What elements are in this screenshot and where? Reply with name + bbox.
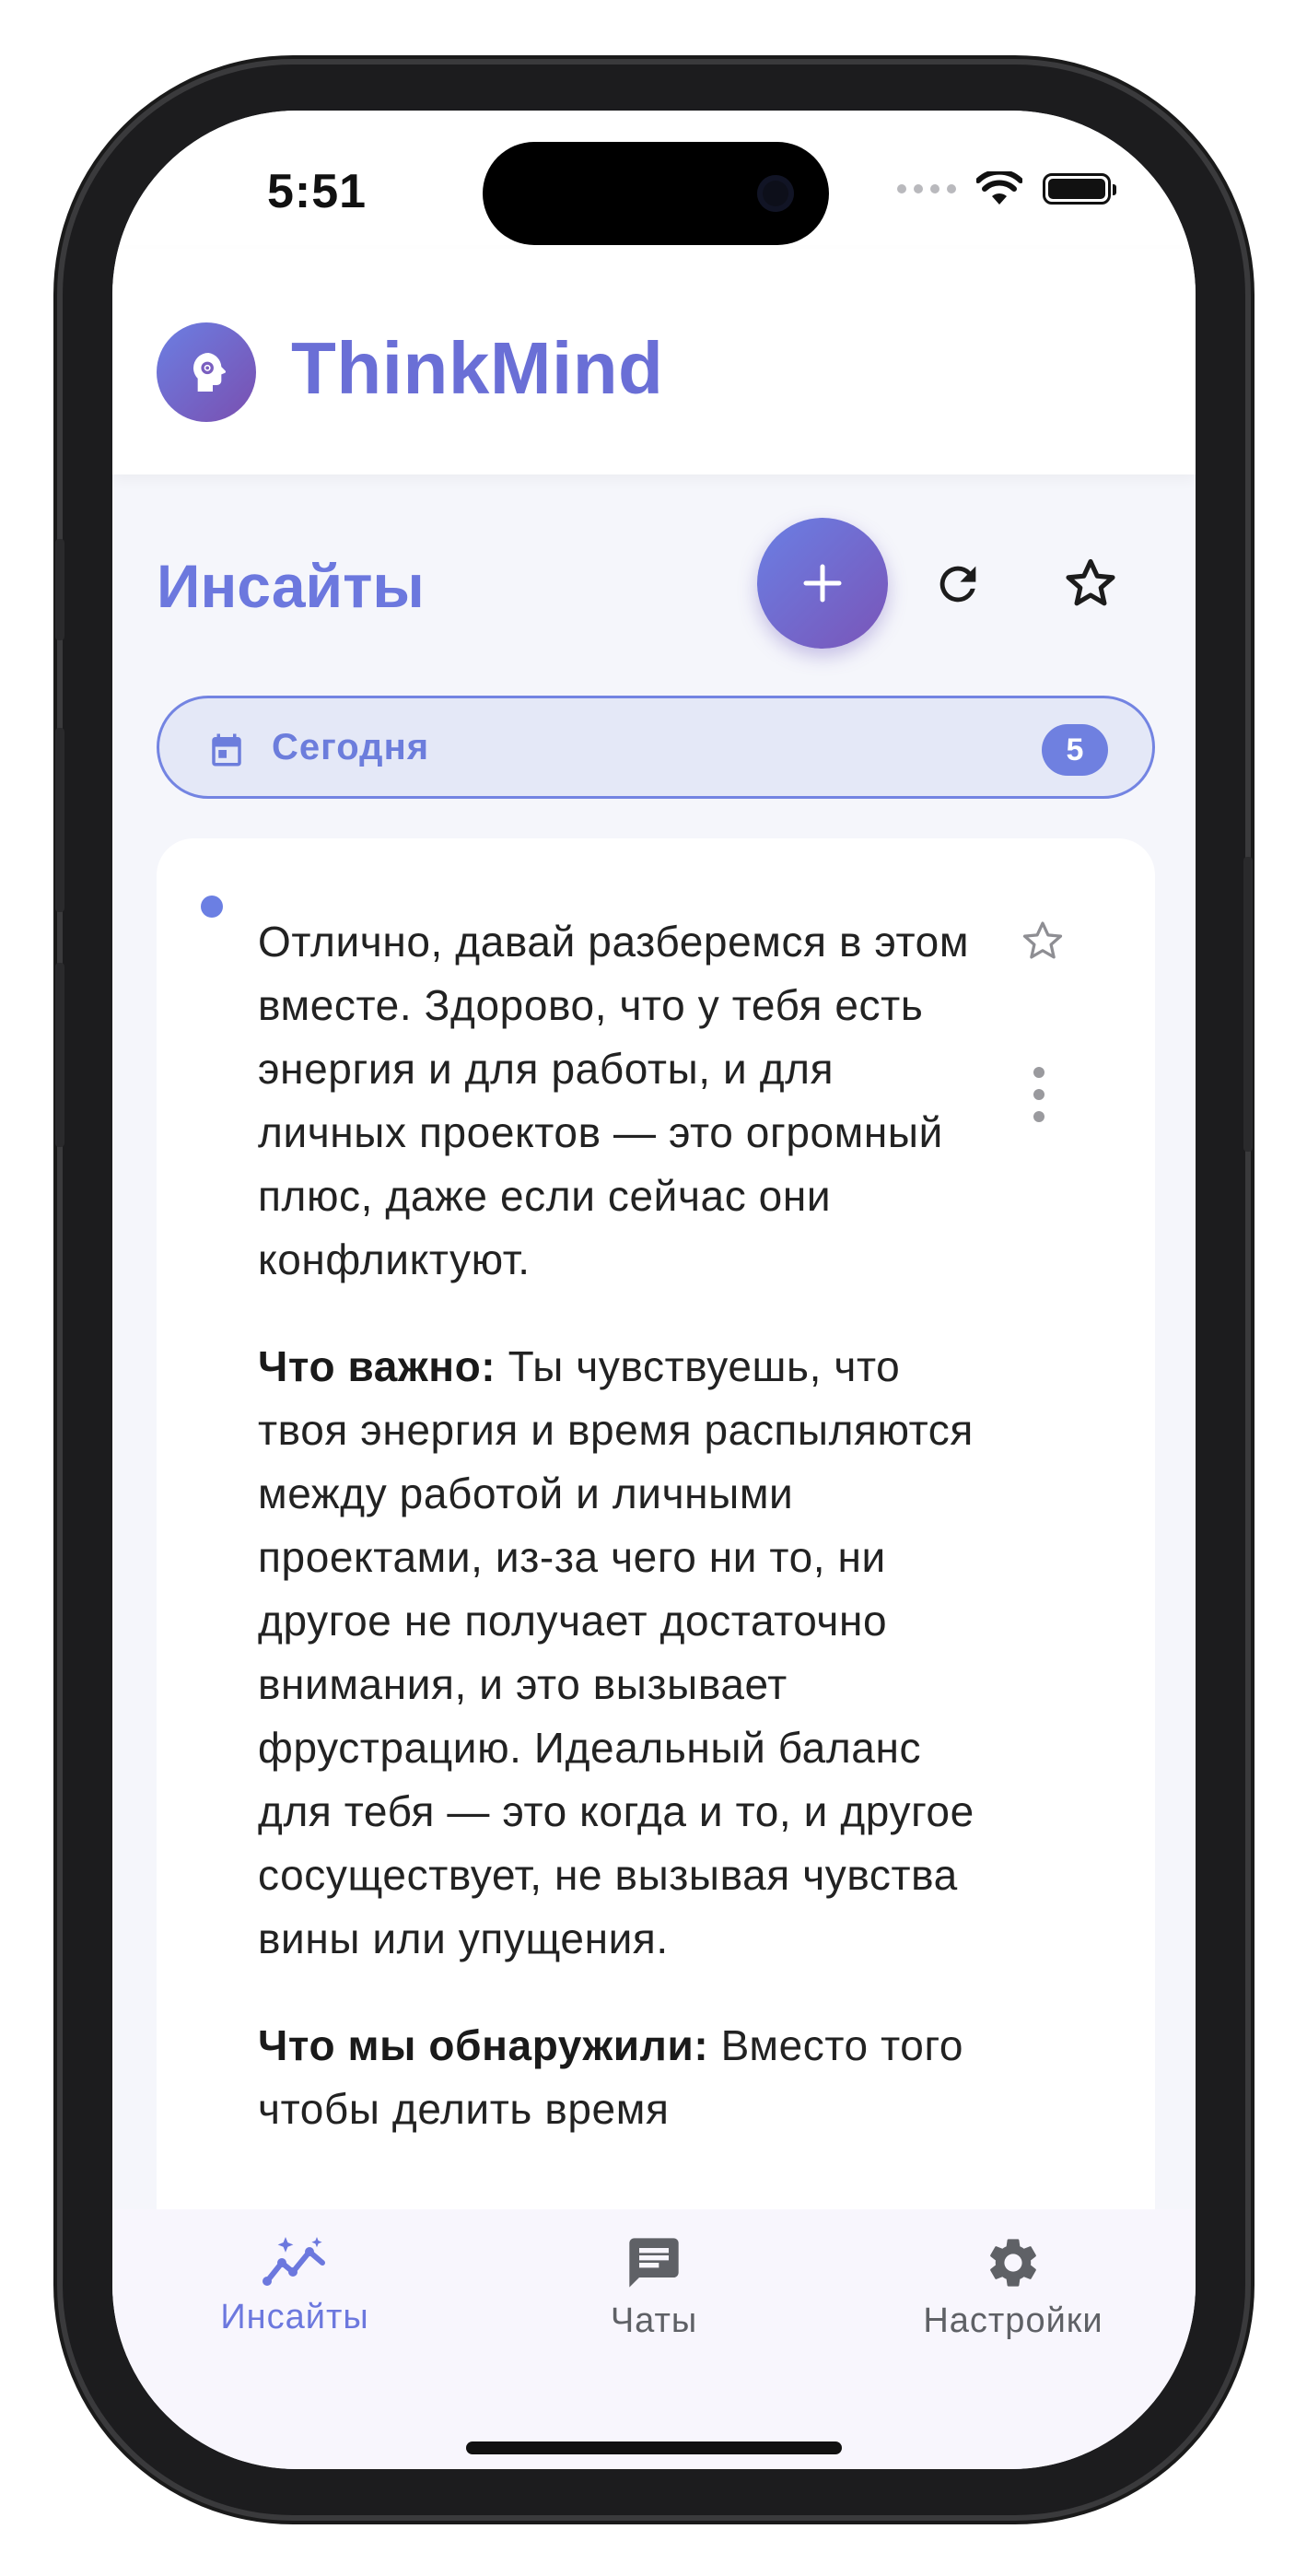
favorites-button[interactable] xyxy=(1054,547,1127,621)
action-button xyxy=(55,539,64,640)
page-title: Инсайты xyxy=(157,552,425,620)
insight-text: Отлично, давай разберемся в этом вместе.… xyxy=(258,910,995,2184)
status-time: 5:51 xyxy=(267,165,368,218)
chat-icon xyxy=(629,2238,679,2288)
insight-card[interactable]: Отлично, давай разберемся в этом вместе.… xyxy=(157,838,1155,2405)
home-indicator xyxy=(466,2441,842,2454)
app-title: ThinkMind xyxy=(291,327,664,409)
brain-head-icon xyxy=(193,353,226,392)
cellular-signal-icon xyxy=(897,184,956,193)
insights-icon xyxy=(263,2237,325,2286)
nav-label: Инсайты xyxy=(220,2298,369,2336)
nav-label: Настройки xyxy=(923,2301,1103,2340)
star-outline-icon xyxy=(1022,921,1063,959)
volume-up-button xyxy=(55,728,64,912)
wifi-icon xyxy=(976,171,1022,205)
power-button xyxy=(1243,857,1253,1152)
refresh-icon xyxy=(939,566,976,603)
gear-icon xyxy=(990,2239,1036,2287)
nav-item-chats[interactable]: Чаты xyxy=(516,2233,792,2341)
nav-item-settings[interactable]: Настройки xyxy=(875,2233,1151,2341)
screen: 5:51 ThinkMind Инсайты Сегодня 5 Отлично… xyxy=(112,111,1196,2469)
date-filter-chip[interactable]: Сегодня 5 xyxy=(157,696,1155,799)
nav-item-insights[interactable]: Инсайты xyxy=(157,2233,433,2337)
nav-label: Чаты xyxy=(610,2301,698,2340)
calendar-icon xyxy=(212,733,241,767)
insight-paragraph: Что мы обнаружили: Вместо того чтобы дел… xyxy=(258,2021,964,2133)
camera-icon xyxy=(757,175,794,212)
more-options-button[interactable] xyxy=(1033,1067,1044,1122)
date-filter-label: Сегодня xyxy=(272,727,430,767)
app-header: ThinkMind xyxy=(112,249,1196,474)
insight-count-badge: 5 xyxy=(1042,724,1108,776)
add-insight-button[interactable] xyxy=(757,518,888,649)
favorite-insight-button[interactable] xyxy=(1019,918,1067,970)
insight-paragraph: Отлично, давай разберемся в этом вместе.… xyxy=(258,918,970,1283)
dynamic-island xyxy=(483,142,829,245)
refresh-button[interactable] xyxy=(921,547,995,621)
star-outline-icon xyxy=(1066,558,1115,606)
plus-icon xyxy=(803,564,842,603)
unread-indicator xyxy=(201,896,223,918)
volume-down-button xyxy=(55,963,64,1147)
status-bar: 5:51 xyxy=(112,111,1196,249)
bottom-navigation: Инсайты Чаты Настройки xyxy=(112,2209,1196,2469)
status-icons xyxy=(897,171,1116,206)
battery-icon xyxy=(1043,173,1116,205)
app-logo xyxy=(157,322,256,422)
insight-paragraph: Что важно: Ты чувствуешь, что твоя энерг… xyxy=(258,1342,974,1962)
